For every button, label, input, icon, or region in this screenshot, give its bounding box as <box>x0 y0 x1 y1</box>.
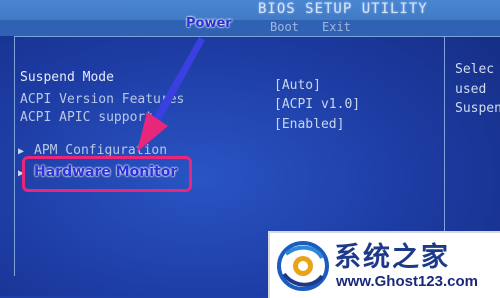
logo-emblem-icon <box>277 241 329 291</box>
logo-url: www.Ghost123.com <box>336 273 478 290</box>
watermark-logo: 系统之家 www.Ghost123.com <box>268 231 500 298</box>
bios-screen: BIOS SETUP UTILITY Boot Exit Suspend Mod… <box>0 0 500 298</box>
logo-title: 系统之家 <box>334 242 450 273</box>
